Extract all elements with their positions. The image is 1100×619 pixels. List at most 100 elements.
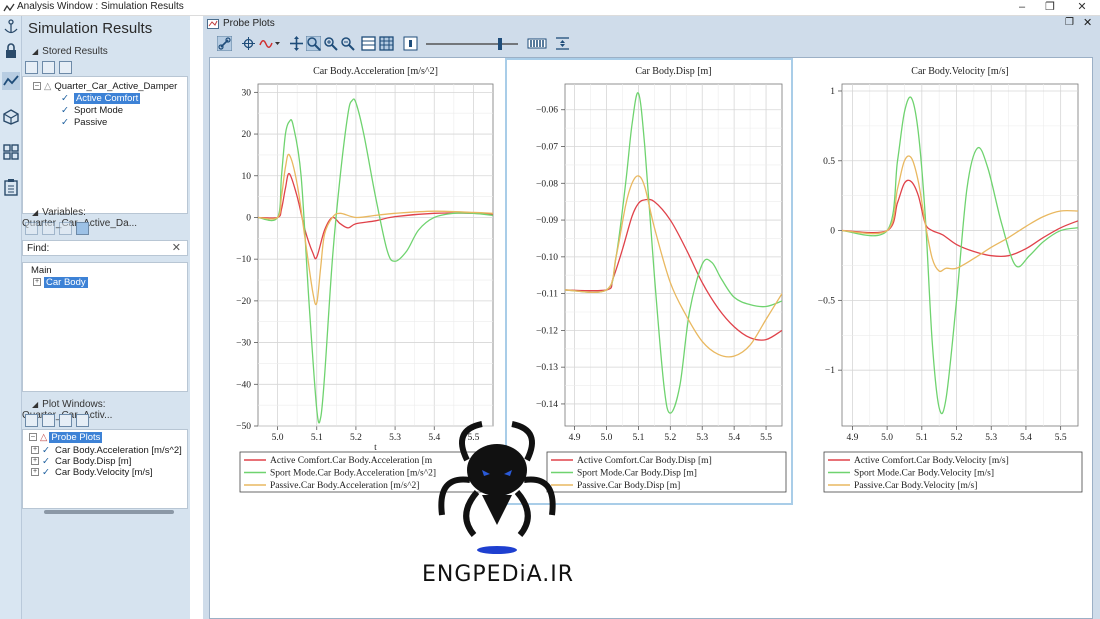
collapse-triangle-icon[interactable]: ◢ (32, 400, 38, 409)
zoom-out-icon[interactable] (340, 36, 355, 51)
y-tick-label: −0.13 (536, 363, 558, 373)
x-tick-label: 4.9 (846, 433, 858, 443)
y-tick-label: 0 (830, 227, 835, 237)
print-plot-icon[interactable] (59, 414, 72, 427)
zoom-box-icon[interactable] (306, 36, 321, 51)
remove-variable-icon[interactable] (42, 222, 55, 235)
restore-icon[interactable]: ❐ (1036, 0, 1064, 16)
check-icon[interactable]: ✓ (42, 456, 50, 467)
y-tick-label: 10 (242, 172, 252, 182)
legend-entry: Active Comfort.Car Body.Disp [m] (577, 455, 712, 466)
tree-root-main[interactable]: Main (31, 265, 52, 277)
plot-results-icon[interactable] (2, 72, 20, 90)
plot-item-label: Car Body.Velocity [m/s] (54, 467, 153, 478)
curve-style-icon[interactable] (259, 36, 281, 51)
variables-header[interactable]: ◢Variables: Quarter_Car_Active_Da... (22, 207, 190, 229)
stored-results-toolbar (25, 61, 76, 77)
x-tick-label: 5.2 (951, 433, 963, 443)
variable-label: Car Body (44, 277, 88, 288)
x-tick-label: 5.4 (728, 433, 740, 443)
stored-results-header[interactable]: ◢ Stored Results (22, 46, 190, 62)
copy-plot-icon[interactable] (76, 414, 89, 427)
window-close-icon[interactable]: ✕ (1083, 16, 1092, 29)
velocity-plot[interactable]: Car Body.Velocity [m/s] 4.9 5.0 5.1 5.2 5.3 5.… (795, 60, 1087, 503)
export-results-icon[interactable] (59, 61, 72, 74)
edit-plot-icon[interactable] (42, 414, 55, 427)
excel-export-icon[interactable] (59, 222, 72, 235)
result-item[interactable]: ✓ Passive (61, 117, 107, 129)
expand-icon[interactable]: + (31, 446, 39, 455)
root-label: Main (31, 265, 52, 276)
y-tick-label: 0 (246, 213, 251, 223)
time-slider[interactable] (424, 37, 520, 51)
tree-probe-plots[interactable]: – △ Probe Plots (29, 432, 103, 444)
minimize-icon[interactable]: – (1008, 0, 1036, 16)
grid-toggle-icon[interactable] (361, 36, 376, 51)
result-item[interactable]: ✓ Active Comfort (61, 93, 141, 105)
tree-item-car-body[interactable]: + Car Body (33, 277, 88, 289)
window-titlebar: Analysis Window : Simulation Results – ❐… (0, 0, 1100, 16)
expand-icon[interactable]: + (33, 278, 41, 287)
check-icon[interactable]: ✓ (61, 105, 69, 116)
legend-entry: Sport Mode.Car Body.Acceleration [m/s^2] (270, 469, 436, 479)
probe-plots-window: Probe Plots ❐ ✕ Car Body.Acceleration [m… (203, 16, 1100, 619)
grid-view-icon[interactable] (2, 143, 20, 161)
find-input[interactable] (49, 242, 173, 254)
crosshair-icon[interactable] (241, 36, 256, 51)
link-axes-icon[interactable] (217, 36, 232, 51)
pause-icon[interactable] (403, 36, 418, 51)
pan-icon[interactable] (289, 36, 304, 51)
window-restore-icon[interactable]: ❐ (1065, 17, 1074, 28)
left-toolbar (0, 16, 22, 619)
plot-item[interactable]: + ✓ Car Body.Velocity [m/s] (31, 467, 152, 479)
plot-windows-header[interactable]: ◢Plot Windows: Quarter_Car_Activ... (22, 399, 190, 421)
legend-entry: Active Comfort.Car Body.Velocity [m/s] (854, 455, 1009, 466)
check-icon[interactable]: ✓ (42, 467, 50, 478)
collapse-triangle-icon[interactable]: ◢ (32, 208, 38, 217)
model-name: Quarter_Car_Active_Damper (54, 81, 178, 92)
x-tick-label: 5.0 (881, 433, 893, 443)
find-box: Find: ✕ (22, 240, 188, 256)
stored-results-title: Stored Results (42, 46, 108, 57)
close-icon[interactable]: ✕ (1068, 0, 1096, 16)
collapse-icon[interactable]: – (33, 82, 41, 91)
y-tick-label: −0.10 (536, 253, 558, 263)
filter-variables-icon[interactable] (76, 222, 89, 235)
x-tick-label: 5.2 (664, 433, 676, 443)
plot-area: Car Body.Acceleration [m/s^2] 5.0 5.1 5.2 5.… (209, 57, 1093, 619)
compare-results-icon[interactable] (42, 61, 55, 74)
load-results-icon[interactable] (25, 61, 38, 74)
variables-toolbar (25, 222, 93, 238)
tree-model-row[interactable]: – △ Quarter_Car_Active_Damper (33, 81, 177, 93)
expand-icon[interactable]: + (31, 468, 39, 477)
table-view-icon[interactable] (379, 36, 394, 51)
expand-icon[interactable]: + (31, 457, 39, 466)
plot-icon: △ (40, 432, 48, 443)
y-tick-label: −0.11 (536, 290, 558, 300)
collapse-triangle-icon[interactable]: ◢ (32, 47, 38, 56)
y-tick-label: 20 (242, 130, 252, 140)
simulation-results-panel: Simulation Results ◢ Stored Results – △ Qua… (22, 16, 190, 619)
zoom-in-icon[interactable] (323, 36, 338, 51)
plot-toolbar (211, 34, 1091, 54)
collapse-icon[interactable]: – (29, 433, 37, 442)
result-item[interactable]: ✓ Sport Mode (61, 105, 123, 117)
animation-bar-icon[interactable] (527, 36, 547, 51)
clear-find-icon[interactable]: ✕ (172, 241, 181, 254)
lock-icon[interactable] (2, 42, 20, 60)
check-icon[interactable]: ✓ (61, 93, 69, 104)
horizontal-scrollbar[interactable] (44, 510, 174, 514)
find-label: Find: (27, 243, 50, 254)
add-variable-icon[interactable] (25, 222, 38, 235)
check-icon[interactable]: ✓ (42, 445, 50, 456)
check-icon[interactable]: ✓ (61, 117, 69, 128)
report-clipboard-icon[interactable] (2, 178, 20, 196)
anchor-icon[interactable] (2, 18, 20, 36)
fit-all-icon[interactable] (555, 36, 570, 51)
component-icon[interactable] (2, 108, 20, 126)
legend-entry: Passive.Car Body.Acceleration [m/s^2] (270, 481, 419, 491)
x-tick-label: 5.0 (601, 433, 613, 443)
new-plot-icon[interactable] (25, 414, 38, 427)
plot-item-label: Car Body.Acceleration [m/s^2] (54, 445, 182, 456)
chart-title: Car Body.Acceleration [m/s^2] (313, 66, 438, 77)
